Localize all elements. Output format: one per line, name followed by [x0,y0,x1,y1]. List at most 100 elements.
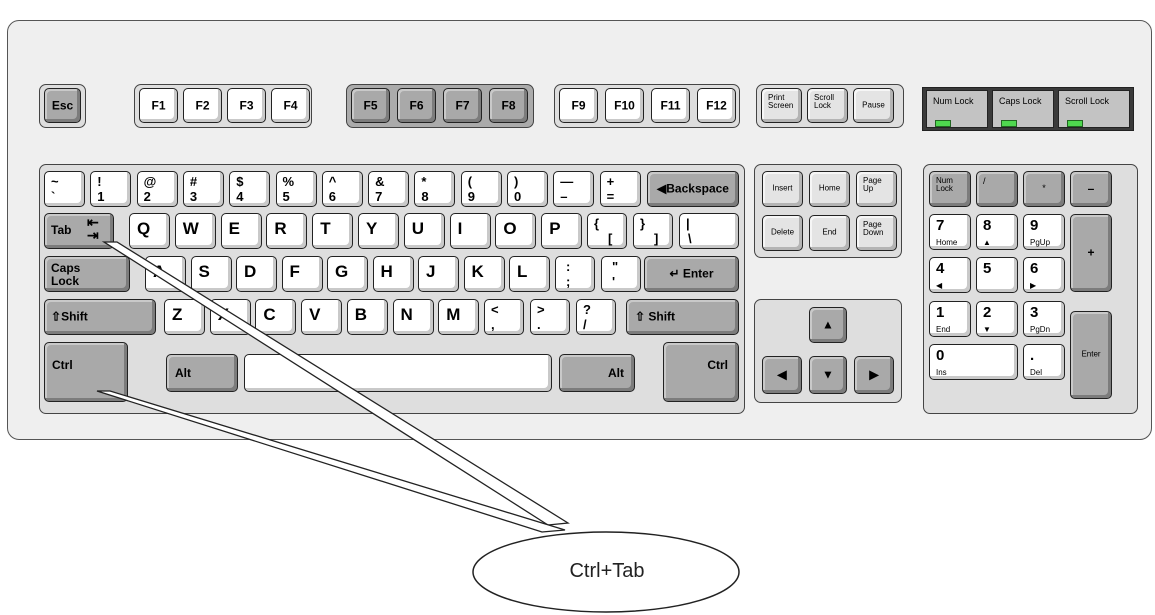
f3-key[interactable]: F3 [227,88,266,123]
f12-key[interactable]: F12 [697,88,736,123]
pause-key[interactable]: Pause [853,88,894,123]
home-punct-key-1[interactable]: " ' [601,256,641,292]
backspace-key[interactable]: ◀Backspace [647,171,739,207]
key-z[interactable]: Z [164,299,205,335]
number-row-key-10[interactable]: ) 0 [507,171,548,207]
key-s[interactable]: S [190,256,232,292]
key-v[interactable]: V [301,299,343,335]
number-row-key-11[interactable]: — – [553,171,595,207]
bracket-key-0[interactable]: {[ [587,213,627,249]
bottom-punct-key-2[interactable]: ? / [576,299,616,335]
f9-key[interactable]: F9 [559,88,598,123]
number-row-key-6[interactable]: ^ 6 [321,171,363,207]
caps-lock-key[interactable]: Caps Lock [44,256,130,292]
arrow-right-key[interactable]: ▶ [854,356,894,394]
bottom-punct-key-0[interactable]: <, [484,299,524,335]
numpad-seven-key[interactable]: 7 Home [929,214,971,250]
bottom-punct-key-1[interactable]: >. [530,299,570,335]
numpad-plus-key[interactable]: + [1070,214,1112,292]
f1-key[interactable]: F1 [139,88,178,123]
key-l[interactable]: L [509,256,550,292]
nav-key-delete[interactable]: Delete [762,215,803,251]
key-o[interactable]: O [495,213,537,249]
arrow-down-key[interactable]: ▼ [809,356,847,394]
bracket-key-2[interactable]: | \ [679,213,739,249]
key-b[interactable]: B [346,299,388,335]
nav-key-home[interactable]: Home [809,171,850,207]
scroll-lock-key[interactable]: Scroll Lock [807,88,848,123]
number-row-key-1[interactable]: ! 1 [90,171,132,207]
f7-key[interactable]: F7 [443,88,482,123]
f10-key[interactable]: F10 [605,88,644,123]
key-u[interactable]: U [403,213,445,249]
numpad-star-key[interactable]: * [1023,171,1065,207]
number-row-key-8[interactable]: * 8 [414,171,456,207]
key-i[interactable]: I [449,213,491,249]
number-row-key-9[interactable]: (9 [460,171,502,207]
number-row-key-0[interactable]: ~ ` [44,171,85,207]
key-h[interactable]: H [372,256,414,292]
key-e[interactable]: E [220,213,262,249]
enter-key[interactable]: ↵ Enter [644,256,739,292]
numpad-six-key[interactable]: 6 ▶ [1023,257,1065,293]
numpad-enter-key[interactable]: Enter [1070,311,1112,399]
key-y[interactable]: Y [358,213,399,249]
numpad-four-key[interactable]: 4 ◀ [929,257,971,293]
key-p[interactable]: P [541,213,583,249]
numpad-dot-key[interactable]: . Del [1023,344,1065,380]
key-f[interactable]: F [281,256,323,292]
f6-key[interactable]: F6 [397,88,436,123]
number-row-key-12[interactable]: + = [599,171,641,207]
key-q[interactable]: Q [129,213,170,249]
numpad-slash-key[interactable]: / [976,171,1018,207]
number-row-key-5[interactable]: % 5 [275,171,317,207]
right-alt-key[interactable]: Alt [559,354,635,392]
key-g[interactable]: G [327,256,368,292]
key-w[interactable]: W [174,213,216,249]
bracket-key-1[interactable]: }] [633,213,673,249]
f8-key[interactable]: F8 [489,88,528,123]
f2-key[interactable]: F2 [183,88,222,123]
print-screen-key[interactable]: Print Screen [761,88,802,123]
arrow-left-key[interactable]: ◀ [762,356,802,394]
key-t[interactable]: T [312,213,354,249]
key-x[interactable]: X [209,299,251,335]
numpad-eight-key[interactable]: 8 ▲ [976,214,1018,250]
home-punct-key-0[interactable]: :; [555,256,595,292]
left-shift-key[interactable]: ⇧Shift [44,299,156,335]
key-n[interactable]: N [392,299,434,335]
key-j[interactable]: J [418,256,459,292]
number-row-key-2[interactable]: @2 [136,171,178,207]
left-ctrl-key[interactable]: Ctrl [44,342,128,402]
right-shift-key[interactable]: ⇧ Shift [626,299,739,335]
key-c[interactable]: C [255,299,297,335]
numpad-minus-key[interactable]: – [1070,171,1112,207]
nav-key-page-up[interactable]: Page Up [856,171,897,207]
spacebar[interactable] [244,354,552,392]
numpad-three-key[interactable]: 3 PgDn [1023,301,1065,337]
number-row-key-3[interactable]: #3 [182,171,224,207]
number-row-key-7[interactable]: & 7 [368,171,410,207]
tab-key[interactable]: Tab ⇤ ⇥ [44,213,114,249]
numpad-five-key[interactable]: 5 [976,257,1018,293]
f4-key[interactable]: F4 [271,88,310,123]
nav-key-insert[interactable]: Insert [762,171,803,207]
left-alt-key[interactable]: Alt [166,354,238,392]
f11-key[interactable]: F11 [651,88,690,123]
number-row-key-4[interactable]: $4 [229,171,271,207]
numpad-zero-key[interactable]: 0 Ins [929,344,1018,380]
nav-key-end[interactable]: End [809,215,850,251]
numpad-one-key[interactable]: 1 End [929,301,971,337]
key-a[interactable]: A [145,256,186,292]
key-d[interactable]: D [236,256,277,292]
numpad-two-key[interactable]: 2 ▼ [976,301,1018,337]
numpad-num-lock-key[interactable]: Num Lock [929,171,971,207]
key-r[interactable]: R [266,213,308,249]
f5-key[interactable]: F5 [351,88,390,123]
esc-key[interactable]: Esc [44,88,81,123]
key-k[interactable]: K [463,256,505,292]
arrow-up-key[interactable]: ▲ [809,307,847,343]
nav-key-page-down[interactable]: Page Down [856,215,897,251]
right-ctrl-key[interactable]: Ctrl [663,342,739,402]
numpad-nine-key[interactable]: 9 PgUp [1023,214,1065,250]
